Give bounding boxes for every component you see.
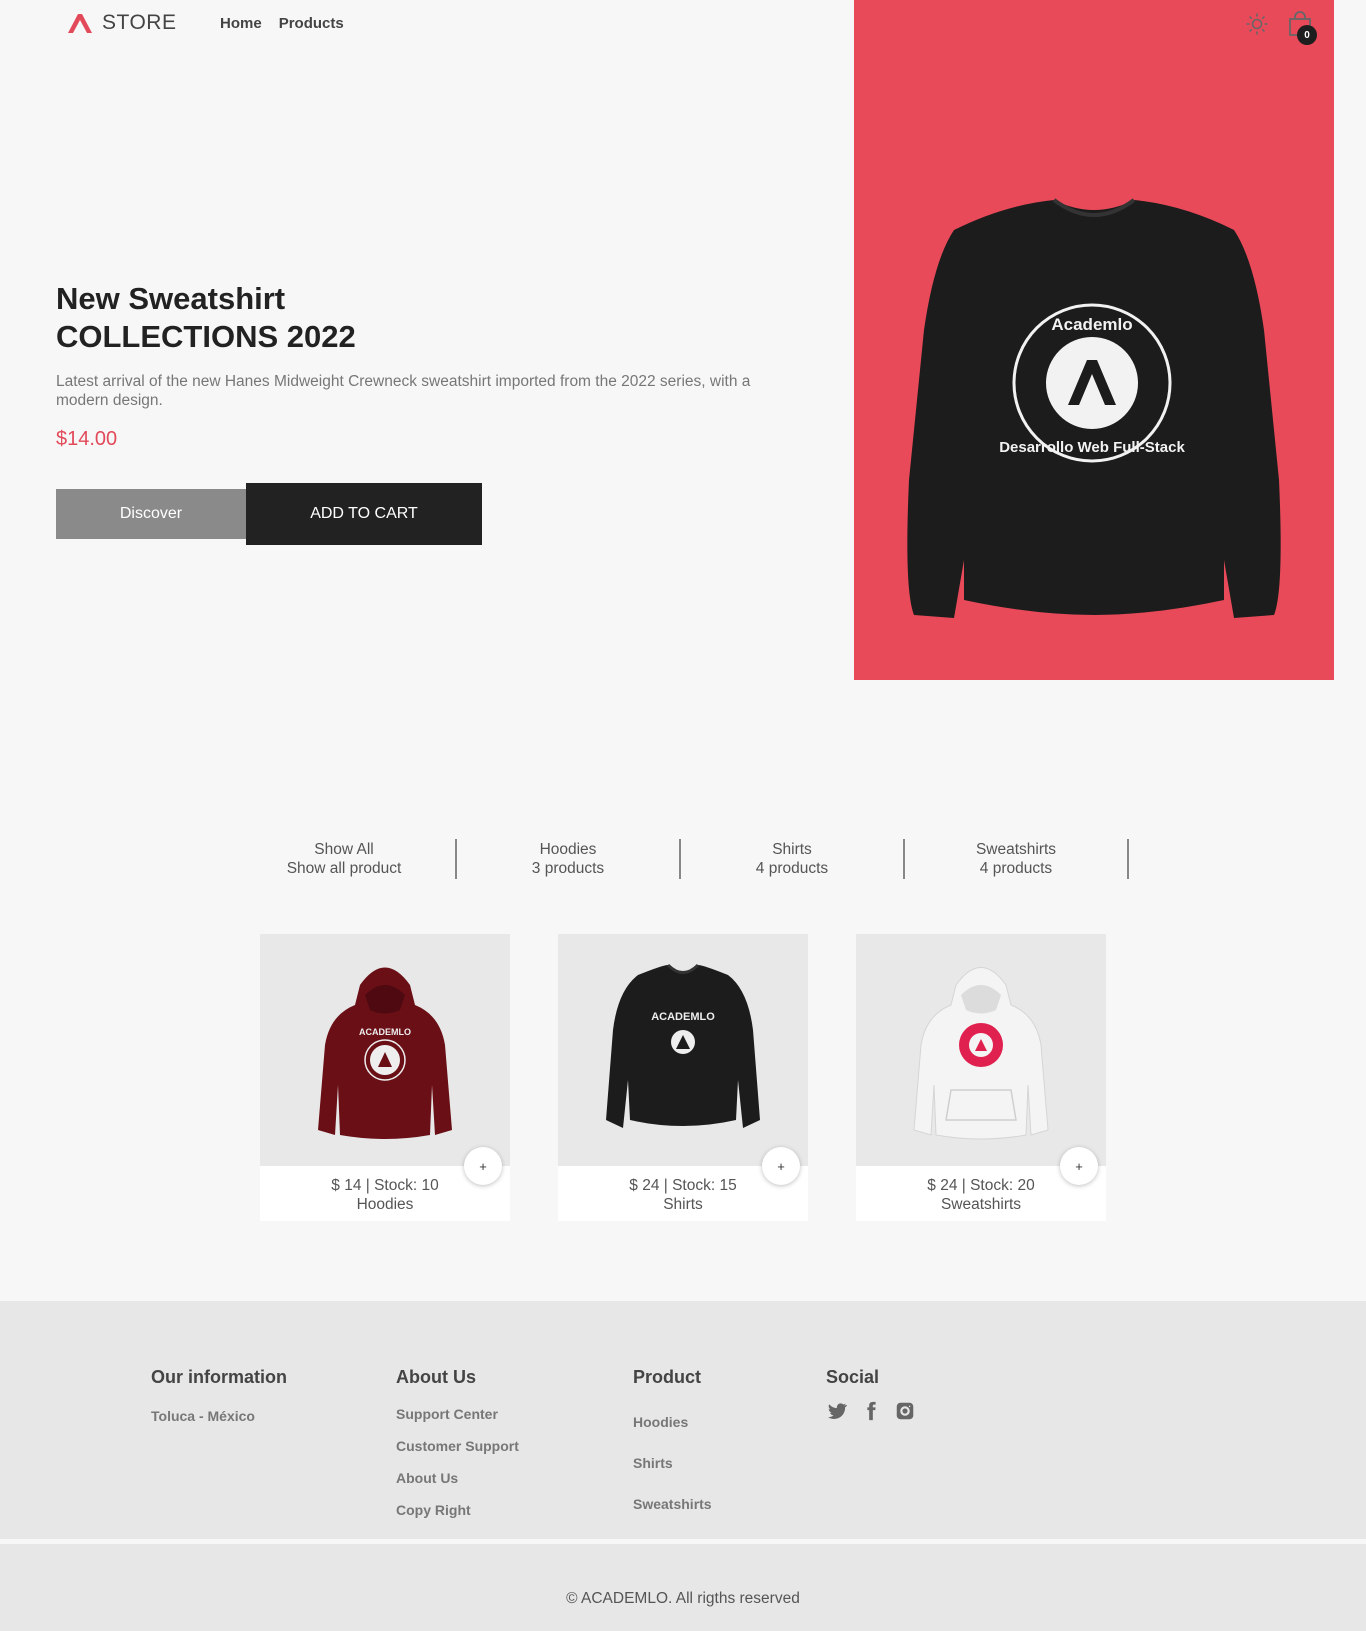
academlo-logo-icon [68,14,92,33]
footer-link-hoodies[interactable]: Hoodies [633,1414,712,1430]
footer-about-column: About Us Support Center Customer Support… [396,1367,519,1518]
filter-title: Shirts [772,841,812,858]
product-category: Sweatshirts [940,1196,1022,1213]
footer-link-copy-right[interactable]: Copy Right [396,1502,519,1518]
footer-bottom [0,1544,1366,1631]
add-to-cart-button[interactable]: ADD TO CART [246,483,482,545]
footer-social-title: Social [826,1367,880,1387]
filter-title: Hoodies [539,841,597,858]
main-nav: Home Products [220,15,344,32]
social-links [826,1400,916,1422]
footer-product-title: Product [633,1367,702,1387]
hero-price: $14.00 [56,428,118,450]
footer-link-sweatshirts[interactable]: Sweatshirts [633,1496,712,1512]
product-category: Hoodies [356,1196,414,1213]
product-image: ACADEMLO [558,934,808,1166]
svg-text:ACADEMLO: ACADEMLO [359,1027,411,1037]
filter-sweatshirts[interactable]: Sweatshirts 4 products [905,839,1129,879]
filter-subtitle: 4 products [979,860,1053,877]
hero-title: New Sweatshirt COLLECTIONS 2022 [56,280,356,356]
add-product-button[interactable]: + [762,1147,800,1185]
hero-title-line1: New Sweatshirt [56,281,286,316]
site-header: STORE Home Products 0 [0,0,1366,48]
add-product-button[interactable]: + [1060,1147,1098,1185]
hero-description: Latest arrival of the new Hanes Midweigh… [56,373,751,409]
product-card: $ 24 | Stock: 20 Sweatshirts + [856,934,1106,1221]
product-category: Shirts [663,1196,703,1213]
hoodie-illustration: ACADEMLO [318,967,452,1139]
discover-button[interactable]: Discover [56,489,246,539]
cart-count-badge: 0 [1297,25,1317,45]
sweatshirt-illustration: Academlo Desarrollo Web Full-Stack [907,198,1281,618]
product-image [856,934,1106,1166]
filter-hoodies[interactable]: Hoodies 3 products [457,839,681,879]
footer-info-title: Our information [151,1367,287,1387]
footer-link-about-us[interactable]: About Us [396,1470,519,1486]
footer-social-column: Social [826,1367,916,1422]
footer-link-customer-support[interactable]: Customer Support [396,1438,519,1454]
filter-subtitle: 3 products [531,860,605,877]
filter-title: Show All [314,841,374,858]
product-card: ACADEMLO $ 14 | Stock: 10 Hoodies + [260,934,510,1221]
add-product-button[interactable]: + [464,1147,502,1185]
product-card: ACADEMLO $ 24 | Stock: 15 Shirts + [558,934,808,1221]
filter-show-all[interactable]: Show All Show all product [233,839,457,879]
filter-subtitle: 4 products [755,860,829,877]
hero-title-line2: COLLECTIONS 2022 [56,319,356,354]
brand-name: STORE [102,11,177,34]
nav-home[interactable]: Home [220,15,262,32]
svg-text:Desarrollo Web Full-Stack: Desarrollo Web Full-Stack [999,439,1185,456]
svg-text:Academlo: Academlo [1051,315,1132,334]
hero-product-image: Academlo Desarrollo Web Full-Stack [854,0,1334,680]
filter-subtitle: Show all product [286,860,402,877]
facebook-icon[interactable] [860,1400,882,1422]
footer-location: Toluca - México [151,1408,255,1424]
category-filters: Show All Show all product Hoodies 3 prod… [233,839,1129,879]
instagram-icon[interactable] [894,1400,916,1422]
sun-icon[interactable] [1245,12,1269,36]
copyright-text: © ACADEMLO. All rigths reserved [566,1590,800,1607]
footer-about-title: About Us [396,1367,476,1387]
footer-link-shirts[interactable]: Shirts [633,1455,712,1471]
filter-title: Sweatshirts [975,841,1057,858]
footer-divider [0,1539,1366,1543]
filter-shirts[interactable]: Shirts 4 products [681,839,905,879]
svg-text:ACADEMLO: ACADEMLO [651,1011,715,1023]
nav-products[interactable]: Products [279,15,344,32]
sweatshirt-illustration: ACADEMLO [606,963,760,1128]
brand-logo[interactable]: STORE [66,11,176,35]
footer-info-column: Our information Toluca - México [151,1367,287,1424]
twitter-icon[interactable] [826,1400,848,1422]
hoodie-illustration [913,967,1049,1140]
product-image: ACADEMLO [260,934,510,1166]
footer-product-column: Product Hoodies Shirts Sweatshirts [633,1367,712,1512]
footer-link-support-center[interactable]: Support Center [396,1406,519,1422]
